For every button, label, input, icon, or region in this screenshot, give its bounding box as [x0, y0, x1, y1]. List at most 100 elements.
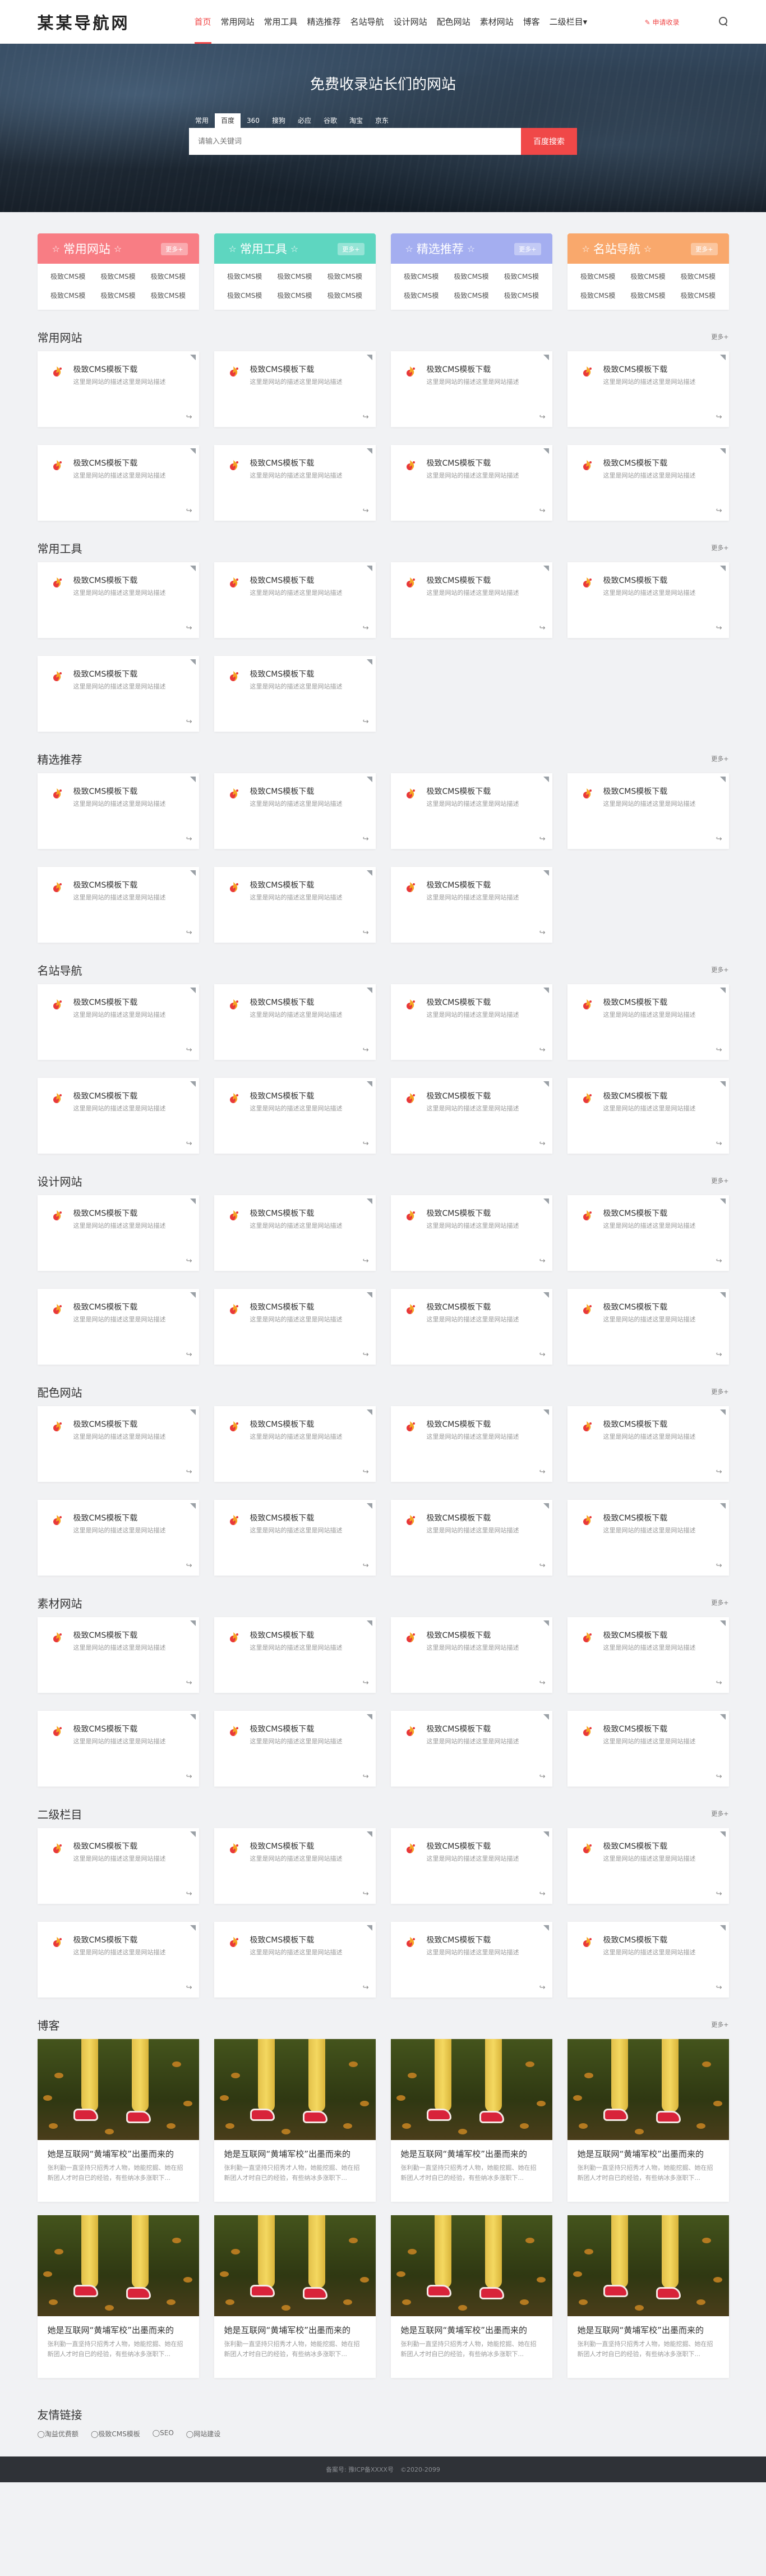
site-card[interactable]: 极致CMS模板下载 这里是网站的描述这里是网站描述 ↪ [390, 1289, 552, 1365]
share-icon[interactable]: ↪ [539, 1046, 546, 1054]
more-button[interactable]: 更多+ [514, 243, 541, 255]
quick-link[interactable]: 极致CMS模 [143, 267, 193, 286]
share-icon[interactable]: ↪ [363, 718, 369, 726]
search-button[interactable]: 百度搜索 [521, 128, 577, 155]
site-card[interactable]: 极致CMS模板下载 这里是网站的描述这里是网站描述 ↪ [567, 1617, 729, 1693]
site-card[interactable]: 极致CMS模板下载 这里是网站的描述这里是网站描述 ↪ [37, 1078, 199, 1154]
share-icon[interactable]: ↪ [186, 929, 192, 937]
blog-card[interactable]: 她是互联网“黄埔军校”出墨而来的 张利勤一直坚持只招秀才人物，她能挖掘、她在招新团… [567, 2039, 729, 2202]
site-card[interactable]: 极致CMS模板下载 这里是网站的描述这里是网站描述 ↪ [390, 1500, 552, 1576]
share-icon[interactable]: ↪ [716, 1468, 722, 1476]
site-card[interactable]: 极致CMS模板下载 这里是网站的描述这里是网站描述 ↪ [37, 1711, 199, 1787]
quick-link[interactable]: 极致CMS模 [496, 267, 546, 286]
more-link[interactable]: 更多+ [711, 754, 728, 763]
site-card[interactable]: 极致CMS模板下载 这里是网站的描述这里是网站描述 ↪ [390, 1406, 552, 1482]
site-card[interactable]: 极致CMS模板下载 这里是网站的描述这里是网站描述 ↪ [214, 656, 376, 732]
nav-item[interactable]: 配色网站 [437, 0, 470, 44]
quick-link[interactable]: 极致CMS模 [573, 286, 623, 305]
share-icon[interactable]: ↪ [539, 507, 546, 515]
site-card[interactable]: 极致CMS模板下载 这里是网站的描述这里是网站描述 ↪ [390, 773, 552, 849]
share-icon[interactable]: ↪ [186, 624, 192, 632]
search-engine-tab[interactable]: 京东 [369, 113, 395, 128]
share-icon[interactable]: ↪ [363, 1679, 369, 1687]
share-icon[interactable]: ↪ [186, 1257, 192, 1265]
share-icon[interactable]: ↪ [186, 1679, 192, 1687]
site-card[interactable]: 极致CMS模板下载 这里是网站的描述这里是网站描述 ↪ [390, 351, 552, 427]
share-icon[interactable]: ↪ [363, 1140, 369, 1148]
quick-link[interactable]: 极致CMS模 [43, 267, 93, 286]
site-card[interactable]: 极致CMS模板下载 这里是网站的描述这里是网站描述 ↪ [37, 984, 199, 1060]
more-link[interactable]: 更多+ [711, 1598, 728, 1607]
share-icon[interactable]: ↪ [539, 1773, 546, 1781]
nav-item[interactable]: 二级栏目▾ [550, 0, 588, 44]
share-icon[interactable]: ↪ [716, 413, 722, 421]
nav-item[interactable]: 精选推荐 [307, 0, 341, 44]
site-card[interactable]: 极致CMS模板下载 这里是网站的描述这里是网站描述 ↪ [567, 1922, 729, 1998]
site-card[interactable]: 极致CMS模板下载 这里是网站的描述这里是网站描述 ↪ [37, 1828, 199, 1904]
share-icon[interactable]: ↪ [363, 413, 369, 421]
quick-link[interactable]: 极致CMS模 [320, 286, 370, 305]
site-card[interactable]: 极致CMS模板下载 这里是网站的描述这里是网站描述 ↪ [214, 1828, 376, 1904]
site-card[interactable]: 极致CMS模板下载 这里是网站的描述这里是网站描述 ↪ [390, 1195, 552, 1271]
blog-card[interactable]: 她是互联网“黄埔军校”出墨而来的 张利勤一直坚持只招秀才人物，她能挖掘、她在招新团… [567, 2215, 729, 2378]
site-card[interactable]: 极致CMS模板下载 这里是网站的描述这里是网站描述 ↪ [567, 1289, 729, 1365]
site-card[interactable]: 极致CMS模板下载 这里是网站的描述这里是网站描述 ↪ [214, 984, 376, 1060]
share-icon[interactable]: ↪ [363, 1983, 369, 1992]
site-card[interactable]: 极致CMS模板下载 这里是网站的描述这里是网站描述 ↪ [37, 445, 199, 521]
site-card[interactable]: 极致CMS模板下载 这里是网站的描述这里是网站描述 ↪ [567, 773, 729, 849]
site-card[interactable]: 极致CMS模板下载 这里是网站的描述这里是网站描述 ↪ [37, 351, 199, 427]
site-card[interactable]: 极致CMS模板下载 这里是网站的描述这里是网站描述 ↪ [214, 351, 376, 427]
nav-item[interactable]: 名站导航 [350, 0, 384, 44]
share-icon[interactable]: ↪ [363, 1046, 369, 1054]
share-icon[interactable]: ↪ [539, 624, 546, 632]
share-icon[interactable]: ↪ [186, 1468, 192, 1476]
quick-link[interactable]: 极致CMS模 [143, 286, 193, 305]
friend-link[interactable]: ◯SEO [153, 2429, 174, 2439]
share-icon[interactable]: ↪ [186, 1773, 192, 1781]
site-card[interactable]: 极致CMS模板下载 这里是网站的描述这里是网站描述 ↪ [37, 1500, 199, 1576]
site-card[interactable]: 极致CMS模板下载 这里是网站的描述这里是网站描述 ↪ [567, 562, 729, 638]
share-icon[interactable]: ↪ [186, 718, 192, 726]
share-icon[interactable]: ↪ [539, 1890, 546, 1898]
site-card[interactable]: 极致CMS模板下载 这里是网站的描述这里是网站描述 ↪ [390, 1617, 552, 1693]
share-icon[interactable]: ↪ [539, 1468, 546, 1476]
share-icon[interactable]: ↪ [363, 1890, 369, 1898]
site-card[interactable]: 极致CMS模板下载 这里是网站的描述这里是网站描述 ↪ [214, 1711, 376, 1787]
share-icon[interactable]: ↪ [716, 1046, 722, 1054]
search-icon[interactable] [718, 17, 729, 27]
more-button[interactable]: 更多+ [338, 243, 364, 255]
search-engine-tab[interactable]: 必应 [292, 113, 317, 128]
share-icon[interactable]: ↪ [363, 1468, 369, 1476]
share-icon[interactable]: ↪ [186, 1562, 192, 1570]
share-icon[interactable]: ↪ [539, 1257, 546, 1265]
share-icon[interactable]: ↪ [186, 1046, 192, 1054]
more-link[interactable]: 更多+ [711, 1387, 728, 1396]
quick-link[interactable]: 极致CMS模 [396, 267, 446, 286]
blog-card[interactable]: 她是互联网“黄埔军校”出墨而来的 张利勤一直坚持只招秀才人物，她能挖掘、她在招新团… [37, 2039, 199, 2202]
site-card[interactable]: 极致CMS模板下载 这里是网站的描述这里是网站描述 ↪ [567, 1711, 729, 1787]
nav-item[interactable]: 首页 [194, 0, 211, 44]
share-icon[interactable]: ↪ [716, 1773, 722, 1781]
quick-link[interactable]: 极致CMS模 [673, 286, 723, 305]
nav-item[interactable]: 常用工具 [264, 0, 298, 44]
site-card[interactable]: 极致CMS模板下载 这里是网站的描述这里是网站描述 ↪ [567, 351, 729, 427]
quick-link[interactable]: 极致CMS模 [270, 267, 320, 286]
friend-link[interactable]: ◯网站建设 [186, 2429, 220, 2439]
submit-site-link[interactable]: ✎ 申请收录 [645, 17, 680, 27]
site-card[interactable]: 极致CMS模板下载 这里是网站的描述这里是网站描述 ↪ [567, 1500, 729, 1576]
share-icon[interactable]: ↪ [539, 413, 546, 421]
site-card[interactable]: 极致CMS模板下载 这里是网站的描述这里是网站描述 ↪ [214, 445, 376, 521]
site-card[interactable]: 极致CMS模板下载 这里是网站的描述这里是网站描述 ↪ [390, 984, 552, 1060]
share-icon[interactable]: ↪ [363, 507, 369, 515]
nav-item[interactable]: 博客 [523, 0, 540, 44]
blog-card[interactable]: 她是互联网“黄埔军校”出墨而来的 张利勤一直坚持只招秀才人物，她能挖掘、她在招新团… [390, 2215, 552, 2378]
share-icon[interactable]: ↪ [539, 1983, 546, 1992]
search-engine-tab[interactable]: 360 [241, 113, 266, 128]
quick-link[interactable]: 极致CMS模 [446, 286, 496, 305]
quick-link[interactable]: 极致CMS模 [673, 267, 723, 286]
quick-link[interactable]: 极致CMS模 [623, 286, 673, 305]
share-icon[interactable]: ↪ [716, 835, 722, 843]
quick-link[interactable]: 极致CMS模 [496, 286, 546, 305]
site-card[interactable]: 极致CMS模板下载 这里是网站的描述这里是网站描述 ↪ [214, 773, 376, 849]
share-icon[interactable]: ↪ [186, 1351, 192, 1359]
